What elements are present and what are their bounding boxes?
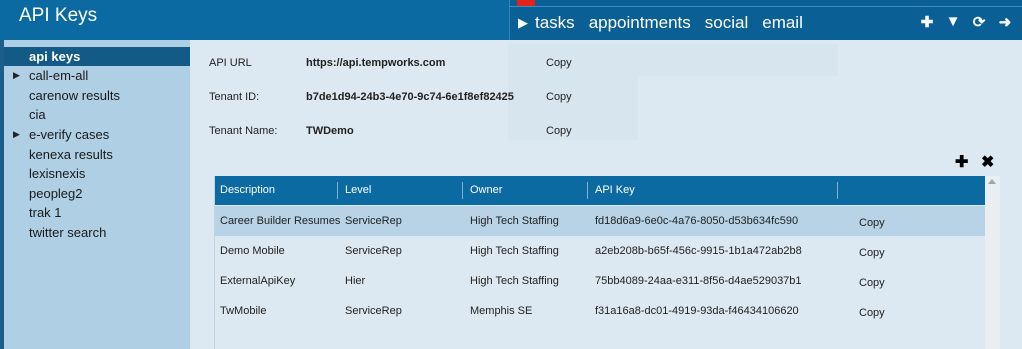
column-divider[interactable]	[337, 182, 338, 199]
tab-tasks[interactable]: tasks	[535, 13, 575, 33]
refresh-icon[interactable]: ⟳	[970, 13, 988, 31]
expand-caret-icon[interactable]: ▶	[13, 66, 20, 85]
sidebar-item-call-em-all[interactable]: ▶ call-em-all	[4, 66, 204, 85]
scroll-up-arrow-icon[interactable]	[988, 179, 996, 184]
sidebar-item-label: trak 1	[29, 205, 62, 220]
sidebar-item-cia[interactable]: cia	[4, 105, 204, 124]
app-header: API Keys ▶ tasks appointments social ema…	[0, 0, 1022, 40]
column-divider[interactable]	[837, 182, 838, 199]
close-icon[interactable]: ✖	[981, 152, 994, 172]
grid-header: Description Level Owner API Key	[215, 176, 985, 205]
sidebar-item-label: kenexa results	[29, 147, 113, 162]
owner-cell: High Tech Staffing	[470, 275, 559, 287]
sidebar-item-label: e-verify cases	[29, 127, 110, 142]
background-panel	[508, 44, 638, 140]
sidebar-item-label: twitter search	[29, 225, 107, 240]
description-cell: TwMobile	[220, 305, 267, 317]
column-header-owner[interactable]: Owner	[465, 176, 502, 205]
sidebar-item-label: lexisnexis	[29, 166, 86, 181]
tenant-name-value: TWDemo	[306, 125, 354, 137]
tab-social[interactable]: social	[705, 13, 748, 33]
level-cell: ServiceRep	[345, 215, 402, 227]
background-panel	[638, 44, 838, 76]
table-row[interactable]: ExternalApiKey Hier High Tech Staffing 7…	[215, 266, 985, 296]
arrow-right-icon[interactable]: ➜	[996, 13, 1014, 31]
header-tools: ✚ ▼ ⟳ ➜	[918, 13, 1014, 31]
table-row[interactable]: Demo Mobile ServiceRep High Tech Staffin…	[215, 236, 985, 266]
plus-icon[interactable]: ✚	[918, 13, 936, 31]
sidebar-item-label: cia	[29, 107, 46, 122]
level-cell: ServiceRep	[345, 245, 402, 257]
table-row[interactable]: Career Builder Resumes ServiceRep High T…	[215, 206, 985, 236]
copy-api-url-link[interactable]: Copy	[546, 57, 572, 69]
owner-cell: High Tech Staffing	[470, 245, 559, 257]
api-url-value: https://api.tempworks.com	[306, 57, 446, 69]
sidebar-item-e-verify-cases[interactable]: ▶ e-verify cases	[4, 125, 204, 144]
column-header-level[interactable]: Level	[340, 176, 371, 205]
copy-link[interactable]: Copy	[859, 268, 885, 298]
grid-scrollbar[interactable]	[985, 176, 1000, 349]
sidebar-item-twitter-search[interactable]: twitter search	[4, 223, 204, 242]
sidebar-item-label: carenow results	[29, 88, 121, 103]
api-keys-grid: Description Level Owner API Key Career B…	[214, 176, 1000, 349]
api-url-label: API URL	[209, 57, 252, 69]
table-row[interactable]: TwMobile ServiceRep Memphis SE f31a16a8-…	[215, 296, 985, 326]
level-cell: Hier	[345, 275, 366, 287]
api-key-cell: a2eb208b-b65f-456c-9915-1b1a472ab2b8	[595, 245, 802, 257]
sidebar-item-kenexa-results[interactable]: kenexa results	[4, 145, 204, 164]
top-nav: ▶ tasks appointments social email	[518, 13, 817, 33]
tab-email[interactable]: email	[762, 13, 803, 33]
api-key-cell: 75bb4089-24aa-e311-8f56-d4ae529037b1	[595, 275, 802, 287]
sidebar-item-lexisnexis[interactable]: lexisnexis	[4, 164, 204, 183]
copy-link[interactable]: Copy	[859, 298, 885, 328]
tab-appointments[interactable]: appointments	[589, 13, 691, 33]
description-cell: ExternalApiKey	[220, 275, 296, 287]
add-icon[interactable]: ✚	[955, 152, 968, 172]
copy-tenant-id-link[interactable]: Copy	[546, 91, 572, 103]
tenant-id-label: Tenant ID:	[209, 91, 260, 103]
tenant-name-label: Tenant Name:	[209, 125, 278, 137]
owner-cell: High Tech Staffing	[470, 215, 559, 227]
api-key-cell: f31a16a8-dc01-4919-93da-f46434106620	[595, 305, 799, 317]
tenant-id-value: b7de1d94-24b3-4e70-9c74-6e1f8ef82425	[306, 91, 514, 103]
sidebar-item-label: peopleg2	[29, 186, 83, 201]
expand-caret-icon[interactable]: ▶	[13, 125, 20, 144]
sidebar-item-trak-1[interactable]: trak 1	[4, 203, 204, 222]
alert-indicator	[517, 0, 535, 6]
column-divider[interactable]	[462, 182, 463, 199]
level-cell: ServiceRep	[345, 305, 402, 317]
sidebar-item-api-keys[interactable]: api keys	[4, 47, 204, 66]
copy-link[interactable]: Copy	[859, 238, 885, 268]
copy-link[interactable]: Copy	[859, 208, 885, 238]
column-header-api-key[interactable]: API Key	[590, 176, 635, 205]
owner-cell: Memphis SE	[470, 305, 533, 317]
sidebar-item-label: call-em-all	[29, 68, 89, 83]
page-title: API Keys	[19, 5, 98, 26]
column-header-description[interactable]: Description	[215, 176, 275, 205]
sidebar-item-label: api keys	[29, 49, 81, 64]
header-divider	[509, 6, 1022, 7]
filter-icon[interactable]: ▼	[944, 13, 962, 31]
copy-tenant-name-link[interactable]: Copy	[546, 125, 572, 137]
sidebar-item-carenow-results[interactable]: carenow results	[4, 86, 204, 105]
column-divider[interactable]	[587, 182, 588, 199]
description-cell: Demo Mobile	[220, 245, 285, 257]
description-cell: Career Builder Resumes	[220, 215, 341, 227]
api-key-cell: fd18d6a9-6e0c-4a76-8050-d53b634fc590	[595, 215, 799, 227]
sidebar-item-peopleg2[interactable]: peopleg2	[4, 184, 204, 203]
play-icon[interactable]: ▶	[518, 15, 528, 31]
